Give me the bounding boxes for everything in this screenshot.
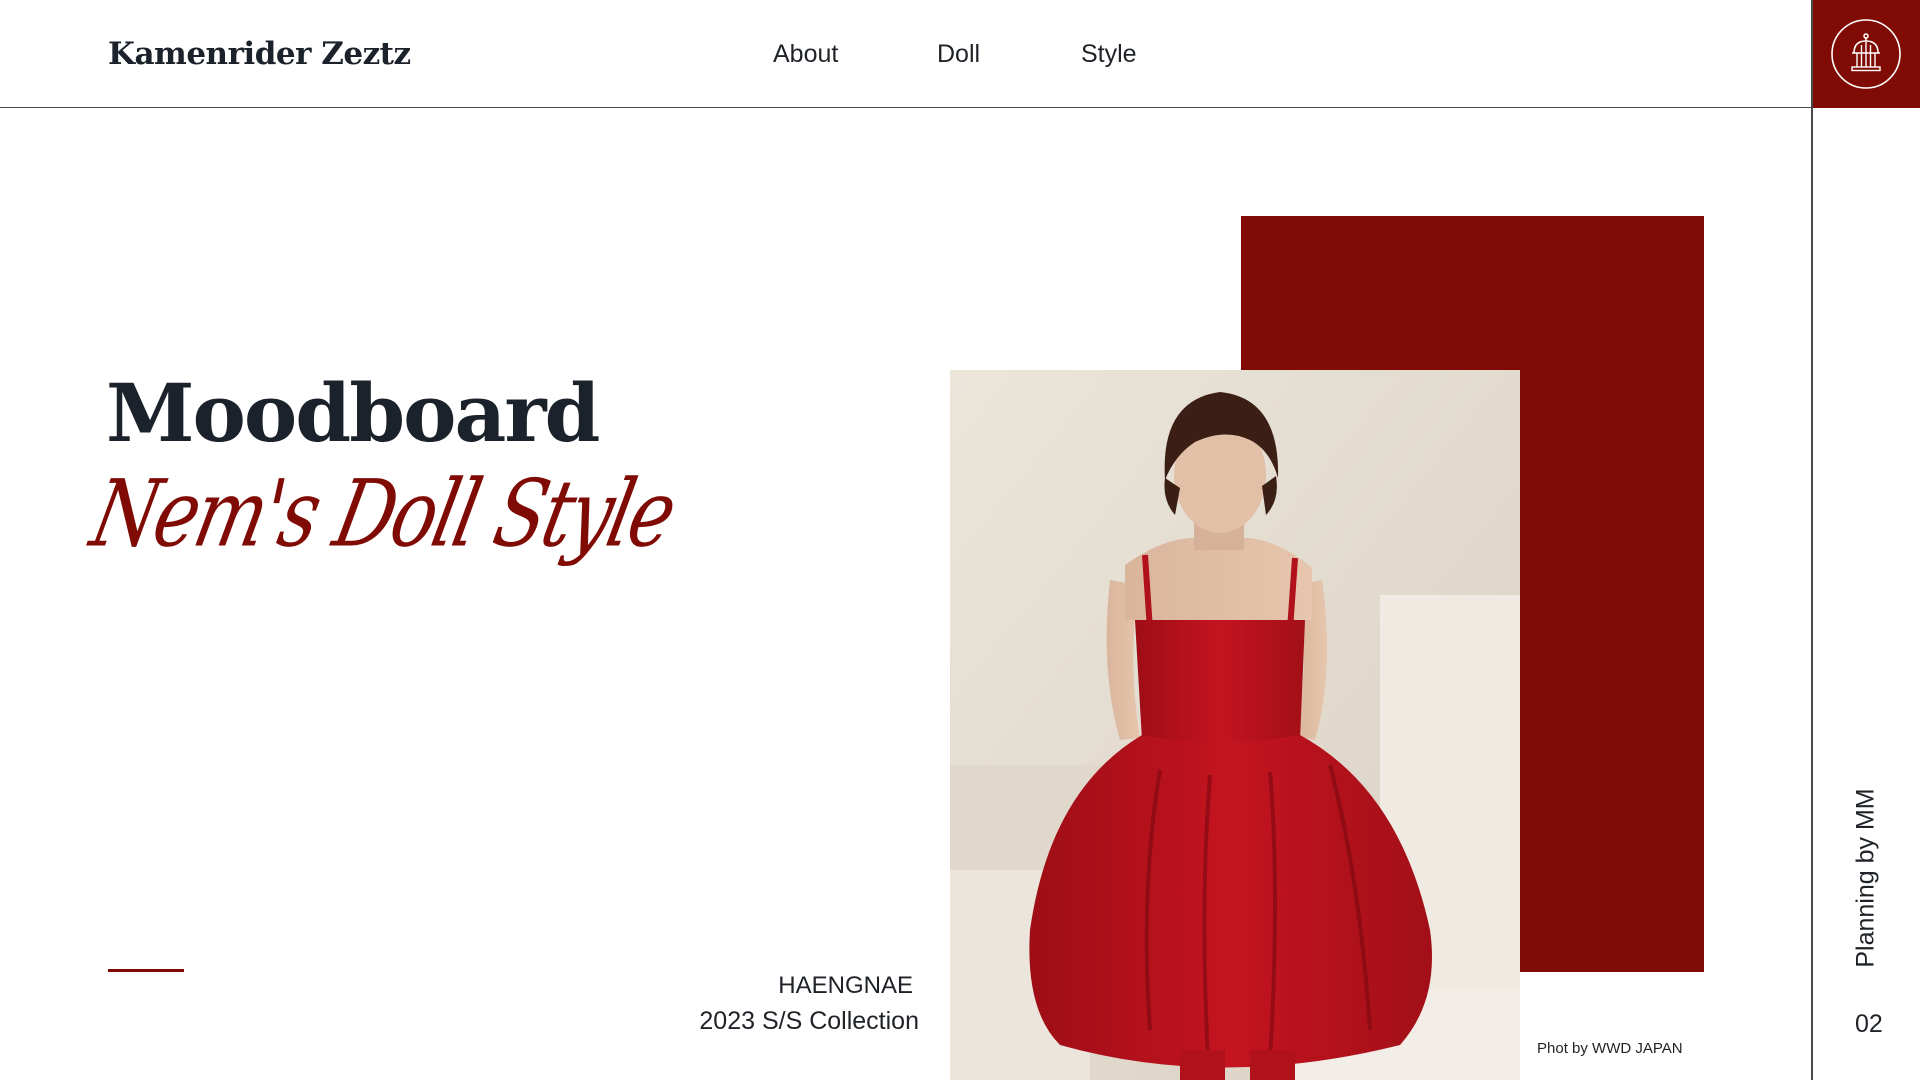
fashion-photo[interactable] bbox=[950, 370, 1520, 1080]
birdcage-logo-button[interactable] bbox=[1812, 0, 1920, 108]
page-title: Moodboard bbox=[106, 366, 600, 460]
photo-illustration bbox=[950, 370, 1520, 1080]
birdcage-icon bbox=[1831, 19, 1901, 89]
photo-credit: Phot by WWD JAPAN bbox=[1537, 1040, 1683, 1057]
planning-credit: Planning by MM bbox=[1851, 788, 1880, 968]
accent-dash bbox=[108, 969, 184, 972]
collection-brand: HAENGNAE bbox=[778, 972, 913, 999]
script-subtitle: Nem's Doll Style bbox=[82, 460, 683, 569]
page-number: 02 bbox=[1855, 1010, 1883, 1038]
rail-divider bbox=[1811, 0, 1813, 1080]
nav-link-doll[interactable]: Doll bbox=[937, 40, 980, 69]
nav-link-about[interactable]: About bbox=[773, 40, 838, 69]
nav-link-style[interactable]: Style bbox=[1081, 40, 1137, 69]
collection-season: 2023 S/S Collection bbox=[699, 1007, 919, 1035]
top-header: Kamenrider Zeztz About Doll Style bbox=[0, 0, 1812, 108]
brand-name[interactable]: Kamenrider Zeztz bbox=[108, 36, 411, 72]
